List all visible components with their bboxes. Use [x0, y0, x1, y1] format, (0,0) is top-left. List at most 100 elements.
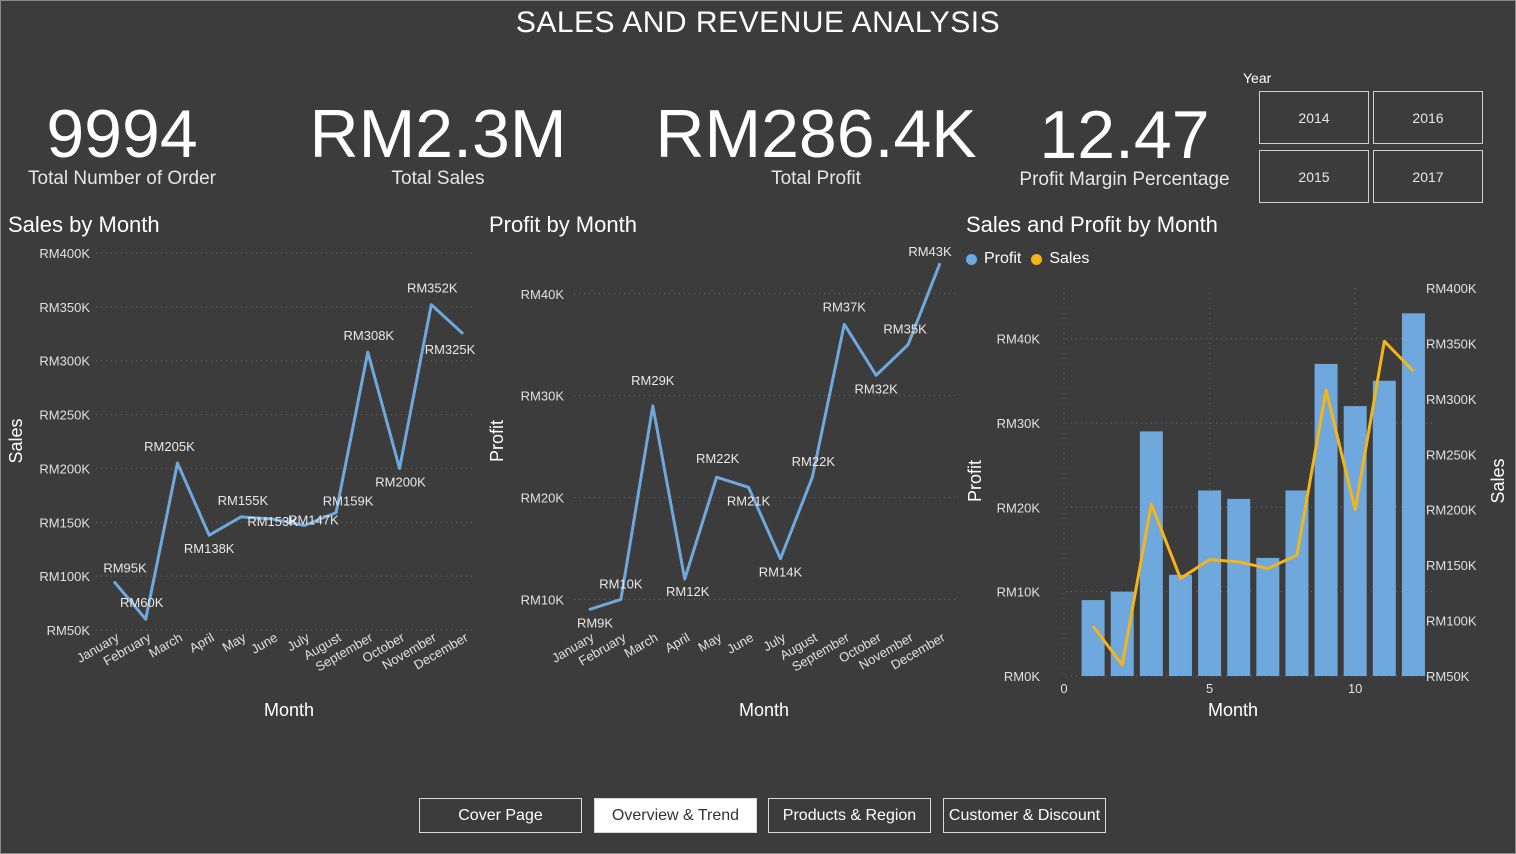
- profit-bar: [1227, 498, 1251, 676]
- sales-profit-by-month-title: Sales and Profit by Month: [966, 212, 1218, 237]
- profit-bar: [1285, 490, 1309, 676]
- kpi-value: RM2.3M: [309, 96, 567, 172]
- y-tick-label: RM150K: [39, 515, 90, 530]
- y2-tick-label: RM150K: [1426, 558, 1477, 573]
- x-tick-label: June: [724, 630, 756, 657]
- data-label: RM12K: [666, 584, 710, 599]
- kpi-label: Total Number of Order: [28, 168, 216, 189]
- x-tick-label: 5: [1206, 681, 1213, 696]
- x-tick-label: March: [146, 630, 185, 661]
- y-tick-label: RM10K: [997, 585, 1041, 600]
- x-tick-label: March: [622, 630, 661, 661]
- x-tick-label: 10: [1348, 681, 1362, 696]
- year-option-2014[interactable]: 2014: [1259, 91, 1369, 144]
- y-tick-label: RM200K: [39, 461, 90, 476]
- data-label: RM10K: [599, 576, 643, 591]
- x-tick-label: 0: [1060, 681, 1067, 696]
- y-tick-label: RM250K: [39, 408, 90, 423]
- data-label: RM95K: [103, 561, 147, 576]
- kpi-value: 9994: [46, 96, 198, 172]
- nav-customer-discount-button[interactable]: Customer & Discount: [943, 798, 1106, 833]
- y-tick-label: RM40K: [521, 287, 565, 302]
- data-label: RM21K: [727, 493, 771, 508]
- y-tick-label: RM50K: [47, 623, 91, 638]
- sales-by-month-title: Sales by Month: [8, 212, 160, 237]
- year-option-2016[interactable]: 2016: [1373, 91, 1483, 144]
- kpi-label: Profit Margin Percentage: [1019, 169, 1230, 190]
- y2-tick-label: RM100K: [1426, 614, 1477, 629]
- y-tick-label: RM400K: [39, 246, 90, 261]
- data-label: RM155K: [218, 493, 269, 508]
- year-slicer-title: Year: [1243, 70, 1272, 86]
- profit-bar: [1256, 557, 1280, 676]
- y-tick-label: RM350K: [39, 300, 90, 315]
- data-label: RM22K: [696, 451, 740, 466]
- data-label: RM32K: [855, 381, 899, 396]
- profit-bar: [1401, 313, 1425, 676]
- y-tick-label: RM40K: [997, 332, 1041, 347]
- y2-tick-label: RM300K: [1426, 392, 1477, 407]
- x-axis-title: Month: [739, 700, 789, 720]
- x-tick-label: May: [220, 629, 249, 655]
- y-axis-title: Profit: [487, 420, 507, 462]
- y-tick-label: RM20K: [997, 500, 1041, 515]
- profit-bar: [1314, 363, 1338, 676]
- data-label: RM205K: [144, 439, 195, 454]
- y-tick-label: RM0K: [1004, 669, 1040, 684]
- profit-by-month-chart: RM10KRM20KRM30KRM40KJanuaryFebruaryMarch…: [487, 244, 956, 720]
- profit-bar: [1198, 490, 1222, 676]
- data-label: RM35K: [883, 322, 927, 337]
- y2-tick-label: RM400K: [1426, 281, 1477, 296]
- data-label: RM352K: [407, 281, 458, 296]
- kpi-total-profit: RM286.4K Total Profit: [641, 100, 991, 190]
- year-option-2017[interactable]: 2017: [1373, 150, 1483, 203]
- data-label: RM14K: [759, 565, 803, 580]
- data-label: RM43K: [908, 244, 952, 259]
- kpi-total-sales: RM2.3M Total Sales: [288, 100, 588, 190]
- x-tick-label: April: [187, 630, 217, 656]
- kpi-profit-margin: 12.47 Profit Margin Percentage: [1012, 101, 1237, 191]
- y2-tick-label: RM250K: [1426, 447, 1477, 462]
- y-tick-label: RM30K: [997, 416, 1041, 431]
- y-axis-title: Profit: [965, 460, 985, 502]
- y-tick-label: RM20K: [521, 491, 565, 506]
- sales-profit-combo-chart: RM0K RM10K RM20K RM30K RM40K RM50K RM100K RM150…: [965, 281, 1508, 720]
- data-label: RM37K: [823, 299, 867, 314]
- y-tick-label: RM100K: [39, 569, 90, 584]
- data-label: RM159K: [323, 494, 374, 509]
- kpi-value: RM286.4K: [655, 96, 977, 172]
- y-tick-label: RM30K: [521, 389, 565, 404]
- x-axis-title: Month: [264, 700, 314, 720]
- x-axis-title: Month: [1208, 700, 1258, 720]
- data-label: RM147K: [288, 513, 339, 528]
- profit-bar: [1343, 406, 1367, 676]
- nav-products-region-button[interactable]: Products & Region: [768, 798, 931, 833]
- profit-by-month-title: Profit by Month: [489, 212, 637, 237]
- nav-cover-page-button[interactable]: Cover Page: [419, 798, 582, 833]
- x-tick-label: April: [662, 630, 692, 656]
- profit-bar: [1372, 380, 1396, 676]
- data-label: RM138K: [184, 541, 235, 556]
- y2-tick-label: RM200K: [1426, 503, 1477, 518]
- series-line: [588, 262, 942, 612]
- data-label: RM22K: [792, 454, 836, 469]
- data-label: RM200K: [375, 474, 426, 489]
- y-axis-title: Sales: [6, 418, 26, 463]
- profit-bar: [1168, 574, 1192, 676]
- y2-tick-label: RM350K: [1426, 336, 1477, 351]
- y2-tick-label: RM50K: [1426, 669, 1470, 684]
- y2-axis-title: Sales: [1488, 458, 1508, 503]
- y-tick-label: RM300K: [39, 354, 90, 369]
- data-label: RM29K: [631, 373, 675, 388]
- year-option-2015[interactable]: 2015: [1259, 150, 1369, 203]
- y-tick-label: RM10K: [521, 592, 565, 607]
- x-tick-label: June: [248, 630, 280, 657]
- data-label: RM308K: [344, 328, 395, 343]
- kpi-total-orders: 9994 Total Number of Order: [22, 100, 222, 190]
- page-title: SALES AND REVENUE ANALYSIS: [515, 6, 1001, 39]
- series-line: [112, 303, 465, 621]
- kpi-value: 12.47: [1039, 97, 1210, 173]
- data-label: RM60K: [120, 595, 164, 610]
- x-tick-label: May: [695, 629, 724, 655]
- nav-overview-trend-button[interactable]: Overview & Trend: [594, 798, 757, 833]
